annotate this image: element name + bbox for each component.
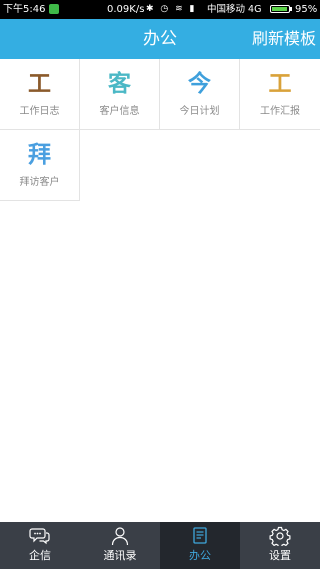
battery-tip [290, 7, 292, 11]
module-label: 客户信息 [99, 106, 140, 117]
screen: 下午5:46 0.09K/s ✱ ◷ ≋ ▮ 中国移动 4G 95% 办公 刷新… [0, 0, 320, 569]
nav-label: 企信 [29, 549, 51, 562]
app-header: 办公 刷新模板 [0, 19, 320, 59]
module-customer-info[interactable]: 客 客户信息 [80, 59, 160, 130]
nav-label: 办公 [189, 549, 211, 562]
status-time: 下午5:46 [3, 4, 46, 15]
battery-percent: 95% [295, 4, 318, 15]
status-bar: 下午5:46 0.09K/s ✱ ◷ ≋ ▮ 中国移动 4G 95% [0, 0, 320, 19]
nav-item-messages[interactable]: 企信 [0, 522, 80, 569]
module-label: 工作汇报 [260, 106, 300, 117]
refresh-template-button[interactable]: 刷新模板 [252, 19, 316, 59]
today-plan-icon: 今 [188, 71, 211, 97]
document-icon [160, 526, 240, 546]
module-label: 拜访客户 [19, 177, 60, 188]
module-today-plan[interactable]: 今 今日计划 [160, 59, 240, 130]
person-icon [80, 526, 160, 546]
gear-icon [240, 526, 320, 546]
bottom-nav: 企信 通讯录 办公 设置 [0, 522, 320, 569]
nav-item-office[interactable]: 办公 [160, 522, 240, 569]
nav-item-settings[interactable]: 设置 [240, 522, 320, 569]
work-report-icon: 工 [268, 71, 292, 97]
module-work-report[interactable]: 工 工作汇报 [240, 59, 320, 130]
work-log-icon: 工 [28, 71, 51, 97]
nav-label: 设置 [269, 549, 291, 562]
carrier-label: 中国移动 4G [207, 4, 262, 15]
module-label: 今日计划 [179, 106, 220, 117]
module-work-log[interactable]: 工 工作日志 [0, 59, 80, 130]
visit-customer-icon: 拜 [28, 142, 51, 168]
network-speed: 0.09K/s [107, 4, 145, 15]
module-label: 工作日志 [19, 106, 60, 117]
customer-info-icon: 客 [108, 71, 131, 97]
nav-label: 通讯录 [103, 549, 137, 562]
chat-bubble-icon [0, 526, 80, 546]
status-icons: ✱ ◷ ≋ ▮ [146, 4, 197, 14]
nav-item-contacts[interactable]: 通讯录 [80, 522, 160, 569]
module-visit-customer[interactable]: 拜 拜访客户 [0, 130, 80, 201]
notification-icon [49, 4, 59, 14]
battery-icon [270, 5, 290, 13]
